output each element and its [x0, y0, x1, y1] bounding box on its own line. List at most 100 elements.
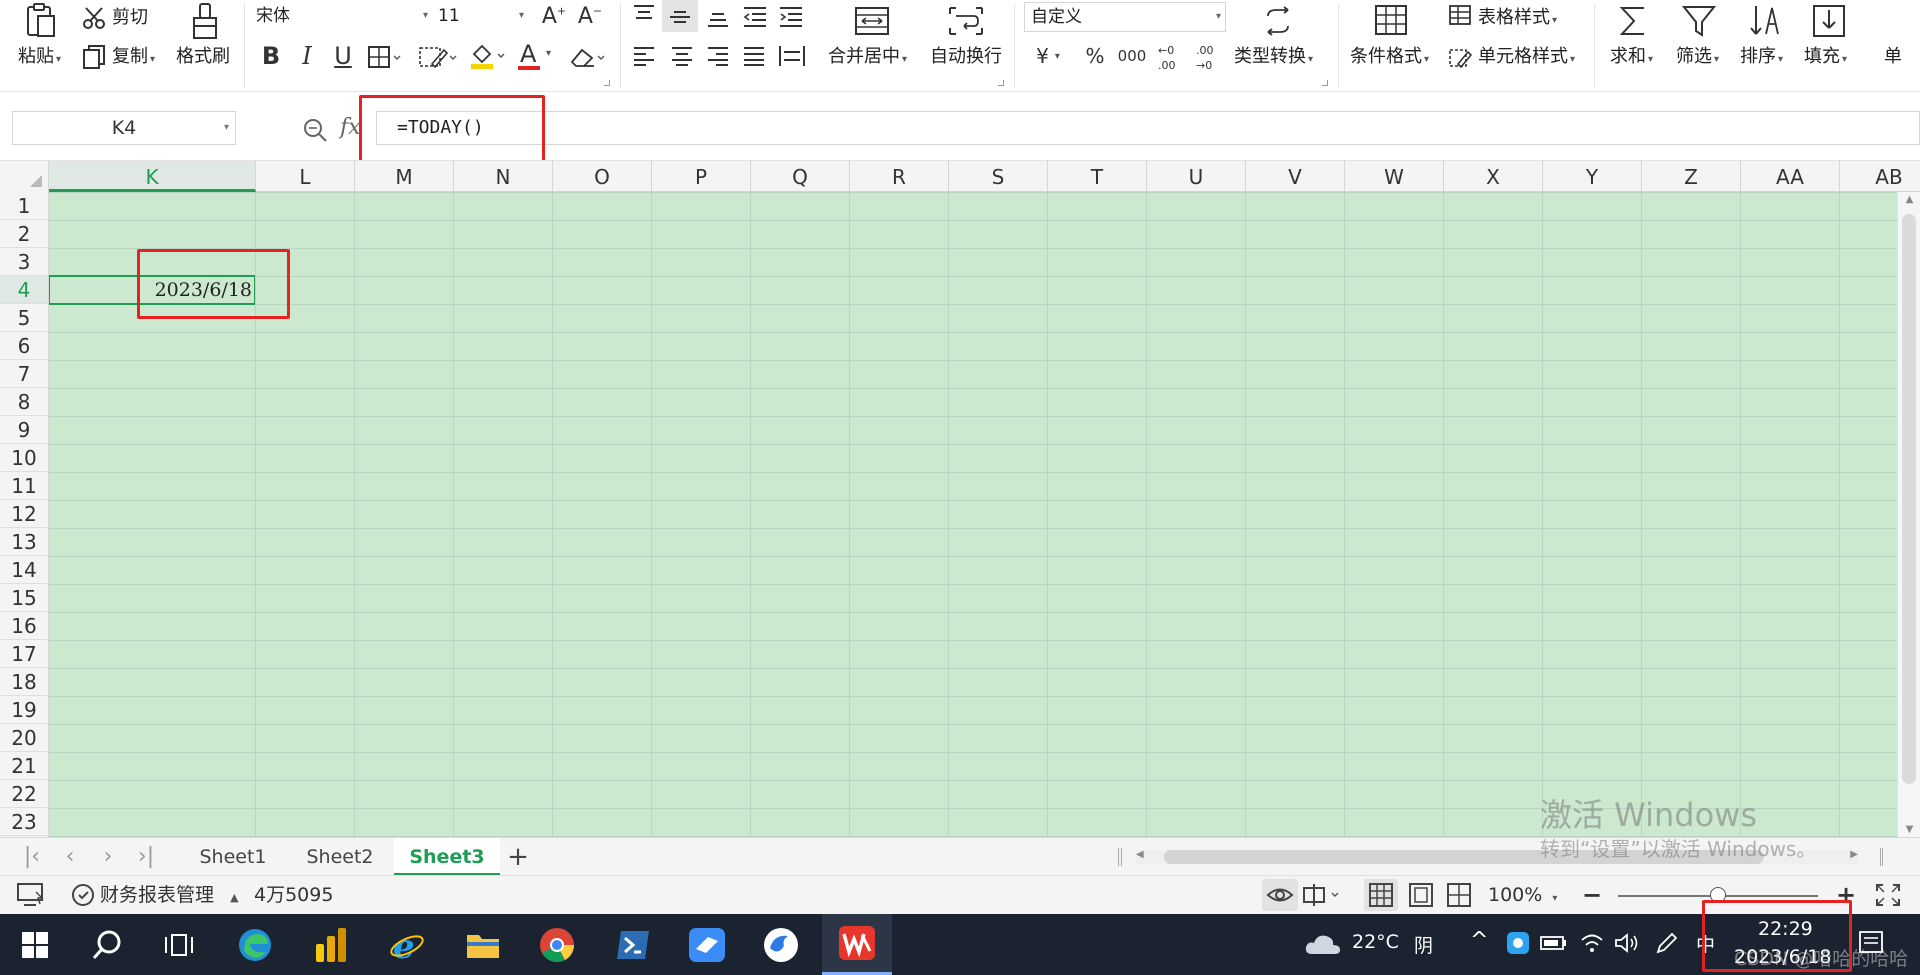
row-header-22[interactable]: 22 — [0, 780, 48, 808]
row-header-5[interactable]: 5 — [0, 304, 48, 332]
row-header-4[interactable]: 4 — [0, 276, 48, 304]
column-header-s[interactable]: S — [949, 161, 1048, 192]
paste-icon[interactable] — [24, 2, 58, 40]
taskbar-kk[interactable] — [750, 914, 812, 975]
font-dialog-launcher[interactable] — [604, 80, 610, 86]
prev-sheet-icon[interactable]: ‹ — [56, 844, 84, 869]
zoom-out-button[interactable]: − — [1582, 876, 1602, 915]
cut-button[interactable]: 剪切 — [112, 7, 148, 29]
column-header-ab[interactable]: AB — [1840, 161, 1920, 192]
row-header-9[interactable]: 9 — [0, 416, 48, 444]
paste-button[interactable]: 粘贴 ▾ — [18, 46, 61, 71]
justify-icon[interactable] — [742, 46, 766, 66]
font-size-select[interactable]: 11 ▾ — [432, 2, 528, 32]
zoom-in-button[interactable]: + — [1836, 876, 1856, 915]
name-box[interactable]: K4 ▾ — [12, 111, 236, 145]
column-header-p[interactable]: P — [652, 161, 751, 192]
conditional-format-button[interactable]: 条件格式 ▾ — [1350, 46, 1429, 71]
page-break-icon[interactable] — [1446, 882, 1472, 908]
sheet-tab-3[interactable]: Sheet3 — [394, 838, 500, 876]
row-header-19[interactable]: 19 — [0, 696, 48, 724]
percent-button[interactable]: % — [1080, 40, 1110, 72]
font-name-select[interactable]: 宋体 ▾ — [250, 2, 432, 32]
distributed-align-icon[interactable] — [778, 44, 806, 68]
zoom-formula-icon[interactable] — [302, 117, 328, 143]
column-header-w[interactable]: W — [1345, 161, 1444, 192]
report-manager-button[interactable]: 财务报表管理 ▲ — [100, 876, 239, 917]
align-center-icon[interactable] — [670, 46, 694, 66]
number-format-select[interactable]: 自定义 ▾ — [1024, 2, 1226, 32]
row-header-20[interactable]: 20 — [0, 724, 48, 752]
fill-color-icon[interactable] — [468, 42, 508, 70]
wrap-text-button[interactable]: 自动换行 — [930, 46, 1002, 68]
weather-condition[interactable]: 阴 — [1414, 931, 1433, 958]
column-header-m[interactable]: M — [355, 161, 454, 192]
cell-button[interactable]: 单 — [1884, 46, 1902, 68]
alignment-dialog-launcher[interactable] — [998, 80, 1004, 86]
taskbar-wps[interactable] — [822, 914, 892, 975]
row-header-12[interactable]: 12 — [0, 500, 48, 528]
cell-style-brush-icon[interactable] — [418, 44, 458, 70]
thousands-button[interactable]: 000 — [1114, 40, 1150, 72]
column-header-y[interactable]: Y — [1543, 161, 1642, 192]
column-header-t[interactable]: T — [1048, 161, 1147, 192]
taskbar-powershell[interactable] — [602, 914, 664, 975]
taskbar-explorer[interactable] — [452, 914, 514, 975]
tray-app-icon[interactable] — [1506, 931, 1530, 955]
reading-mode-icon[interactable] — [1302, 882, 1342, 908]
fullscreen-icon[interactable] — [1874, 882, 1902, 908]
column-header-aa[interactable]: AA — [1741, 161, 1840, 192]
last-sheet-icon[interactable]: ›| — [132, 844, 160, 869]
align-left-icon[interactable] — [632, 46, 656, 66]
horizontal-scroll-thumb[interactable] — [1164, 850, 1764, 864]
taskbar-ie[interactable]: e — [376, 914, 438, 975]
taskbar-chrome[interactable] — [526, 914, 588, 975]
font-color-button[interactable]: A ▾ — [518, 40, 558, 70]
add-sheet-button[interactable]: + — [502, 838, 534, 876]
row-header-11[interactable]: 11 — [0, 472, 48, 500]
scroll-right-icon[interactable]: ▶ — [1850, 849, 1858, 860]
ime-indicator[interactable]: 中 — [1696, 930, 1715, 957]
weather-temperature[interactable]: 22°C — [1352, 931, 1399, 953]
taskbar-edge[interactable] — [224, 914, 286, 975]
increase-font-button[interactable]: A+ — [538, 0, 570, 32]
row-header-18[interactable]: 18 — [0, 668, 48, 696]
formula-input[interactable]: =TODAY() — [376, 111, 1920, 145]
align-top-icon[interactable] — [632, 4, 656, 26]
cell-grid[interactable]: 2023/6/18 — [49, 192, 1897, 837]
column-header-r[interactable]: R — [850, 161, 949, 192]
horizontal-scrollbar[interactable]: ◀ ▶ — [1136, 846, 1858, 868]
select-all-corner[interactable] — [0, 161, 49, 192]
fill-button[interactable]: 填充 ▾ — [1804, 46, 1847, 71]
sheet-tab-1[interactable]: Sheet1 — [180, 838, 286, 876]
sum-button[interactable]: 求和 ▾ — [1610, 46, 1653, 71]
merge-center-button[interactable]: 合并居中 ▾ — [828, 46, 907, 71]
decrease-decimal-icon[interactable]: .00 →0 — [1194, 42, 1224, 72]
row-header-1[interactable]: 1 — [0, 192, 48, 220]
eraser-icon[interactable] — [568, 44, 608, 70]
sheet-tab-2[interactable]: Sheet2 — [288, 838, 392, 876]
search-button[interactable] — [76, 914, 138, 975]
taskbar-powerbi[interactable] — [300, 914, 362, 975]
column-header-k[interactable]: K — [49, 161, 256, 192]
row-header-21[interactable]: 21 — [0, 752, 48, 780]
start-button[interactable] — [4, 914, 66, 975]
column-header-u[interactable]: U — [1147, 161, 1246, 192]
sort-button[interactable]: 排序 ▾ — [1740, 46, 1783, 71]
type-convert-button[interactable]: 类型转换 ▾ — [1234, 46, 1313, 71]
row-header-8[interactable]: 8 — [0, 388, 48, 416]
tray-expand-icon[interactable]: ^ — [1470, 928, 1488, 953]
cell-style-button[interactable]: 单元格样式 ▾ — [1478, 46, 1575, 71]
display-mode-icon[interactable] — [16, 882, 46, 908]
italic-button[interactable]: I — [292, 40, 322, 72]
row-header-13[interactable]: 13 — [0, 528, 48, 556]
row-header-2[interactable]: 2 — [0, 220, 48, 248]
column-header-q[interactable]: Q — [751, 161, 850, 192]
cell-k4[interactable]: 2023/6/18 — [49, 276, 252, 304]
number-dialog-launcher[interactable] — [1322, 80, 1328, 86]
row-header-6[interactable]: 6 — [0, 332, 48, 360]
align-right-icon[interactable] — [706, 46, 730, 66]
column-header-l[interactable]: L — [256, 161, 355, 192]
notification-icon[interactable] — [1858, 930, 1884, 956]
decrease-font-button[interactable]: A− — [574, 0, 606, 32]
